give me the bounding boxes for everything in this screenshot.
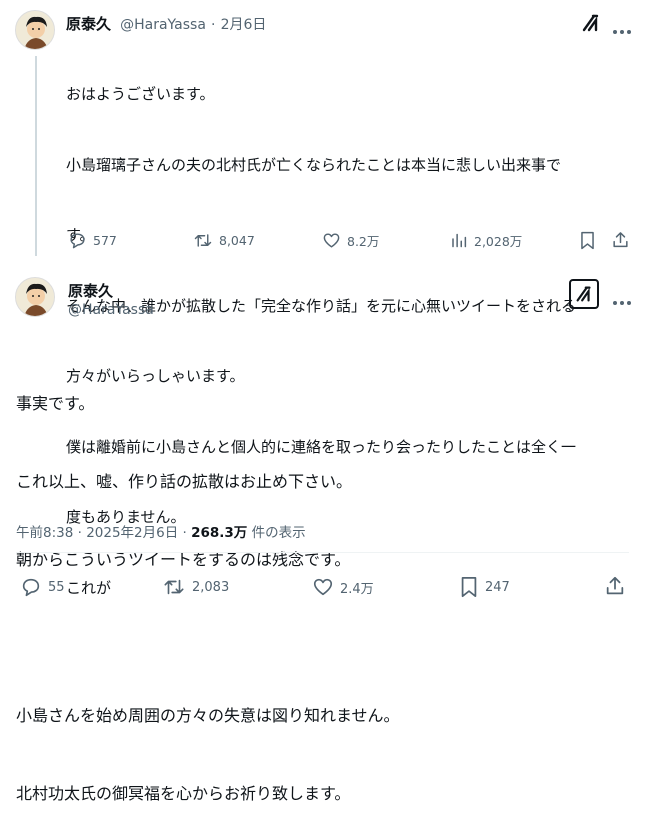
bookmark-icon xyxy=(461,576,477,598)
views-button[interactable]: 2,028万 xyxy=(450,231,522,250)
retweet-button[interactable]: 2,083 xyxy=(162,576,229,598)
like-button[interactable]: 2.4万 xyxy=(312,576,374,598)
tweet-line: 北村功太氏の御冥福を心からお祈り致します。 xyxy=(16,784,351,803)
timestamp[interactable]: 午前8:38 · 2025年2月6日 · xyxy=(16,525,191,541)
bookmark-icon[interactable] xyxy=(579,231,596,254)
retweet-count: 8,047 xyxy=(219,233,255,248)
retweet-button[interactable]: 8,047 xyxy=(193,231,255,250)
heart-icon xyxy=(313,578,333,596)
author-name[interactable]: 原泰久 xyxy=(66,15,111,33)
reply-count: 55 xyxy=(48,579,65,595)
tweet-line: 朝からこういうツイートをするのは残念です。 xyxy=(16,550,351,569)
tweet-line: 事実です。 xyxy=(16,394,95,413)
grok-icon[interactable] xyxy=(580,12,602,38)
heart-icon xyxy=(323,233,340,248)
divider xyxy=(16,552,629,553)
like-count: 8.2万 xyxy=(347,234,380,249)
reply-icon xyxy=(70,233,85,249)
bookmark-count: 247 xyxy=(485,579,510,595)
tweet1-header: 原泰久 @HaraYassa · 2月6日 xyxy=(66,13,266,34)
views-icon xyxy=(452,233,467,248)
bookmark-button[interactable]: 247 xyxy=(459,576,510,598)
tweet-line: おはようございます。 xyxy=(66,85,215,103)
thread-line xyxy=(35,56,37,256)
views-count: 2,028万 xyxy=(474,234,523,249)
retweet-icon xyxy=(194,234,212,247)
more-icon[interactable] xyxy=(612,291,632,310)
tweet-date[interactable]: 2月6日 xyxy=(221,17,267,33)
tweet-line: 小島さんを始め周囲の方々の失意は図り知れません。 xyxy=(16,706,400,725)
avatar[interactable] xyxy=(15,277,55,317)
grok-icon[interactable] xyxy=(569,279,599,309)
author-name[interactable]: 原泰久 xyxy=(68,280,113,301)
reply-count: 577 xyxy=(93,233,117,248)
avatar[interactable] xyxy=(15,10,55,50)
tweet-timestamp: 午前8:38 · 2025年2月6日 · 268.3万 件の表示 xyxy=(16,521,306,541)
retweet-count: 2,083 xyxy=(192,579,230,595)
share-icon[interactable] xyxy=(604,575,626,601)
retweet-icon xyxy=(164,579,184,595)
reply-button[interactable]: 55 xyxy=(20,576,65,598)
author-handle[interactable]: @HaraYassa xyxy=(120,17,206,33)
reply-icon xyxy=(22,578,40,597)
share-icon[interactable] xyxy=(611,230,630,254)
like-count: 2.4万 xyxy=(340,581,374,597)
reply-button[interactable]: 577 xyxy=(68,231,117,250)
author-handle[interactable]: @HaraYassa xyxy=(68,302,154,318)
like-button[interactable]: 8.2万 xyxy=(322,231,379,250)
view-count: 268.3万 xyxy=(191,525,248,541)
view-suffix: 件の表示 xyxy=(247,525,306,541)
separator: · xyxy=(211,17,216,33)
tweet-line: 小島瑠璃子さんの夫の北村氏が亡くなられたことは本当に悲しい出来事で xyxy=(66,155,562,174)
tweet-line xyxy=(16,625,616,651)
tweet-line: これ以上、嘘、作り話の拡散はお止め下さい。 xyxy=(16,472,353,491)
